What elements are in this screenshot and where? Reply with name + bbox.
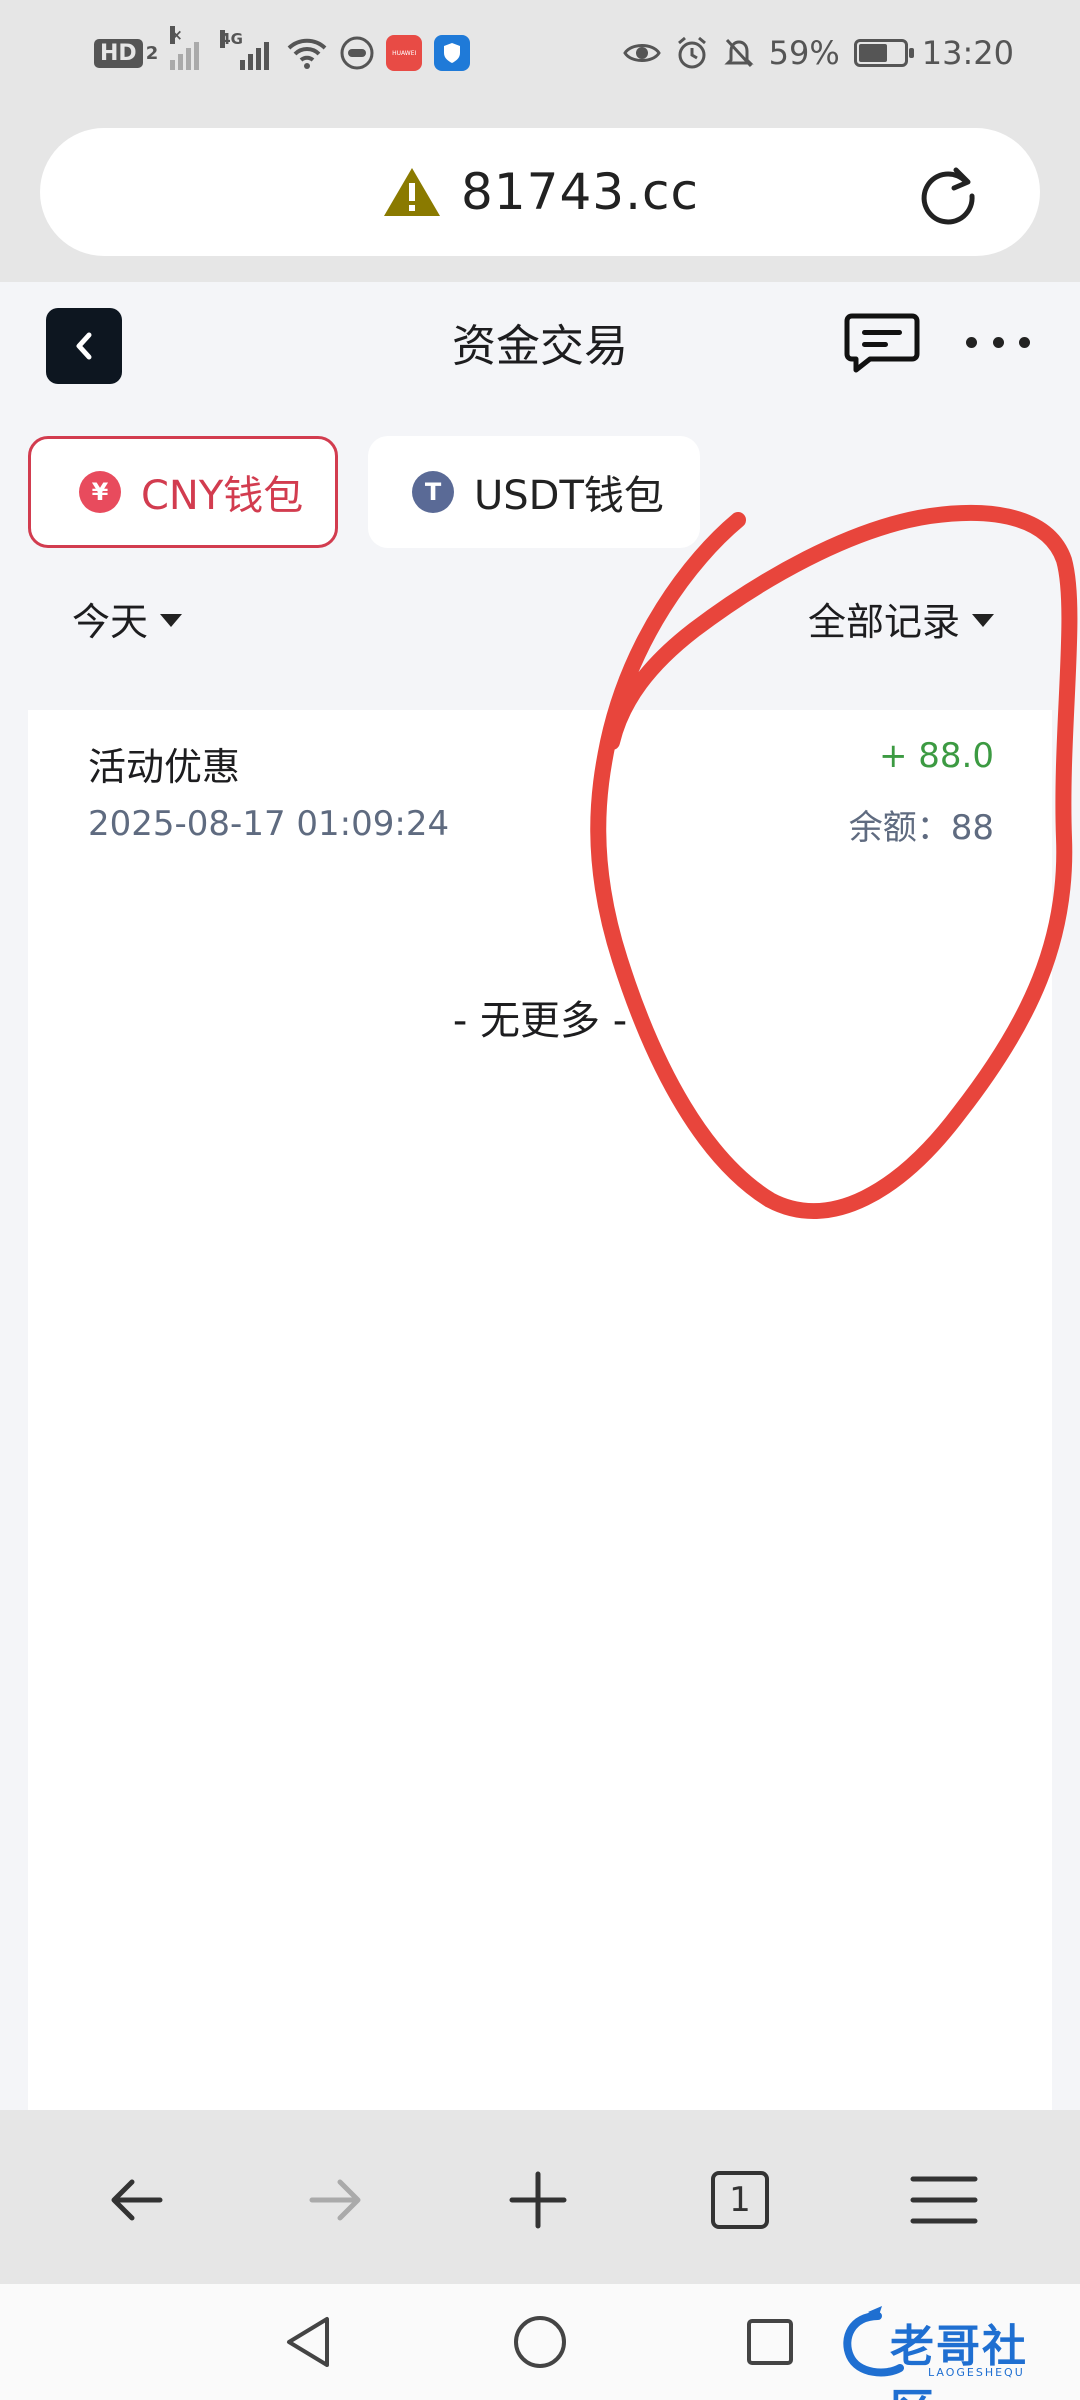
app-icon-label: HUAWEI xyxy=(392,49,417,57)
hamburger-icon xyxy=(910,2176,978,2224)
transaction-balance: 余额：88 xyxy=(848,808,994,848)
tab-cny-wallet[interactable]: ¥ CNY钱包 xyxy=(28,436,338,548)
record-type-label: 全部记录 xyxy=(807,599,960,644)
arrow-right-icon xyxy=(309,2179,361,2221)
dot-icon xyxy=(966,336,977,348)
wifi-icon xyxy=(287,38,327,69)
chat-icon[interactable] xyxy=(844,310,920,376)
browser-bottom-bar: 1 xyxy=(0,2110,1080,2284)
browser-toolbar: 81743.cc xyxy=(0,108,1080,282)
status-bar: HD 2 × 4G HUAWEI 59% 13:20 xyxy=(0,0,1080,108)
huawei-store-icon: HUAWEI xyxy=(386,35,423,71)
more-menu-button[interactable] xyxy=(966,322,1030,362)
tabs-button[interactable]: 1 xyxy=(700,2160,780,2240)
alarm-icon xyxy=(677,36,706,69)
bot-app-icon xyxy=(340,36,374,70)
page-content: 资金交易 ¥ CNY钱包 T USDT钱包 今天 全部记录 活动优惠 2025-… xyxy=(0,282,1080,2110)
nav-back-button[interactable] xyxy=(276,2310,340,2374)
system-navigation-bar: 老哥社区 LAOGESHEQU xyxy=(0,2284,1080,2400)
tab-usdt-wallet[interactable]: T USDT钱包 xyxy=(368,436,700,548)
new-tab-button[interactable] xyxy=(498,2160,578,2240)
browser-forward-button[interactable] xyxy=(296,2160,376,2240)
caret-down-icon xyxy=(972,613,994,627)
hd-label: HD xyxy=(94,38,143,68)
battery-icon xyxy=(853,39,914,67)
square-recents-icon xyxy=(747,2319,793,2365)
status-right: 59% 13:20 xyxy=(622,30,1014,76)
clock: 13:20 xyxy=(921,34,1014,72)
triangle-back-icon xyxy=(287,2317,329,2367)
browser-menu-button[interactable] xyxy=(904,2160,984,2240)
battery-percent: 59% xyxy=(768,34,840,72)
arrow-left-icon xyxy=(111,2179,163,2221)
hd-num: 2 xyxy=(145,42,159,64)
mute-bell-icon xyxy=(724,38,754,68)
watermark-logo: 老哥社区 LAOGESHEQU xyxy=(838,2304,1068,2400)
warning-triangle-icon[interactable] xyxy=(381,165,443,219)
address-bar[interactable]: 81743.cc xyxy=(40,128,1040,256)
signal-no-sim-icon: × xyxy=(170,26,210,70)
table-row[interactable]: 活动优惠 2025-08-17 01:09:24 + 88.0 余额：88 xyxy=(28,710,1052,870)
circle-home-icon xyxy=(514,2316,566,2368)
transaction-list: 活动优惠 2025-08-17 01:09:24 + 88.0 余额：88 - … xyxy=(28,710,1052,2110)
battery-fill xyxy=(858,44,888,62)
dot-icon xyxy=(1019,336,1030,348)
transaction-time: 2025-08-17 01:09:24 xyxy=(88,804,450,844)
watermark-subtext: LAOGESHEQU xyxy=(928,2366,1025,2379)
yuan-coin-icon: ¥ xyxy=(79,471,121,513)
nav-home-button[interactable] xyxy=(508,2310,572,2374)
hd-voice-icon: HD 2 xyxy=(94,38,159,68)
plus-icon xyxy=(509,2171,567,2229)
transaction-name: 活动优惠 xyxy=(88,745,241,789)
tabs-count: 1 xyxy=(711,2171,769,2229)
tab-label: CNY钱包 xyxy=(141,473,304,519)
url-text[interactable]: 81743.cc xyxy=(461,163,699,221)
caret-down-icon xyxy=(160,613,183,627)
address-content: 81743.cc xyxy=(40,128,1040,256)
list-end-text: - 无更多 - xyxy=(452,998,628,1044)
record-type-dropdown[interactable]: 全部记录 xyxy=(808,588,994,648)
date-filter-dropdown[interactable]: 今天 xyxy=(72,588,183,648)
reload-icon[interactable] xyxy=(916,162,980,226)
transaction-amount: + 88.0 xyxy=(879,736,994,776)
signal-4g-icon: 4G xyxy=(220,30,274,70)
tab-label: USDT钱包 xyxy=(474,473,664,519)
date-filter-label: 今天 xyxy=(72,599,149,644)
nav-recents-button[interactable] xyxy=(738,2310,802,2374)
eye-icon xyxy=(622,44,661,62)
status-left: HD 2 × 4G HUAWEI xyxy=(94,26,471,76)
network-type-label: 4G xyxy=(220,30,243,48)
tether-coin-icon: T xyxy=(412,471,454,513)
dot-icon xyxy=(992,336,1004,348)
shield-app-icon xyxy=(434,35,471,71)
watermark-text: 老哥社区 xyxy=(890,2321,1028,2400)
browser-back-button[interactable] xyxy=(96,2160,176,2240)
